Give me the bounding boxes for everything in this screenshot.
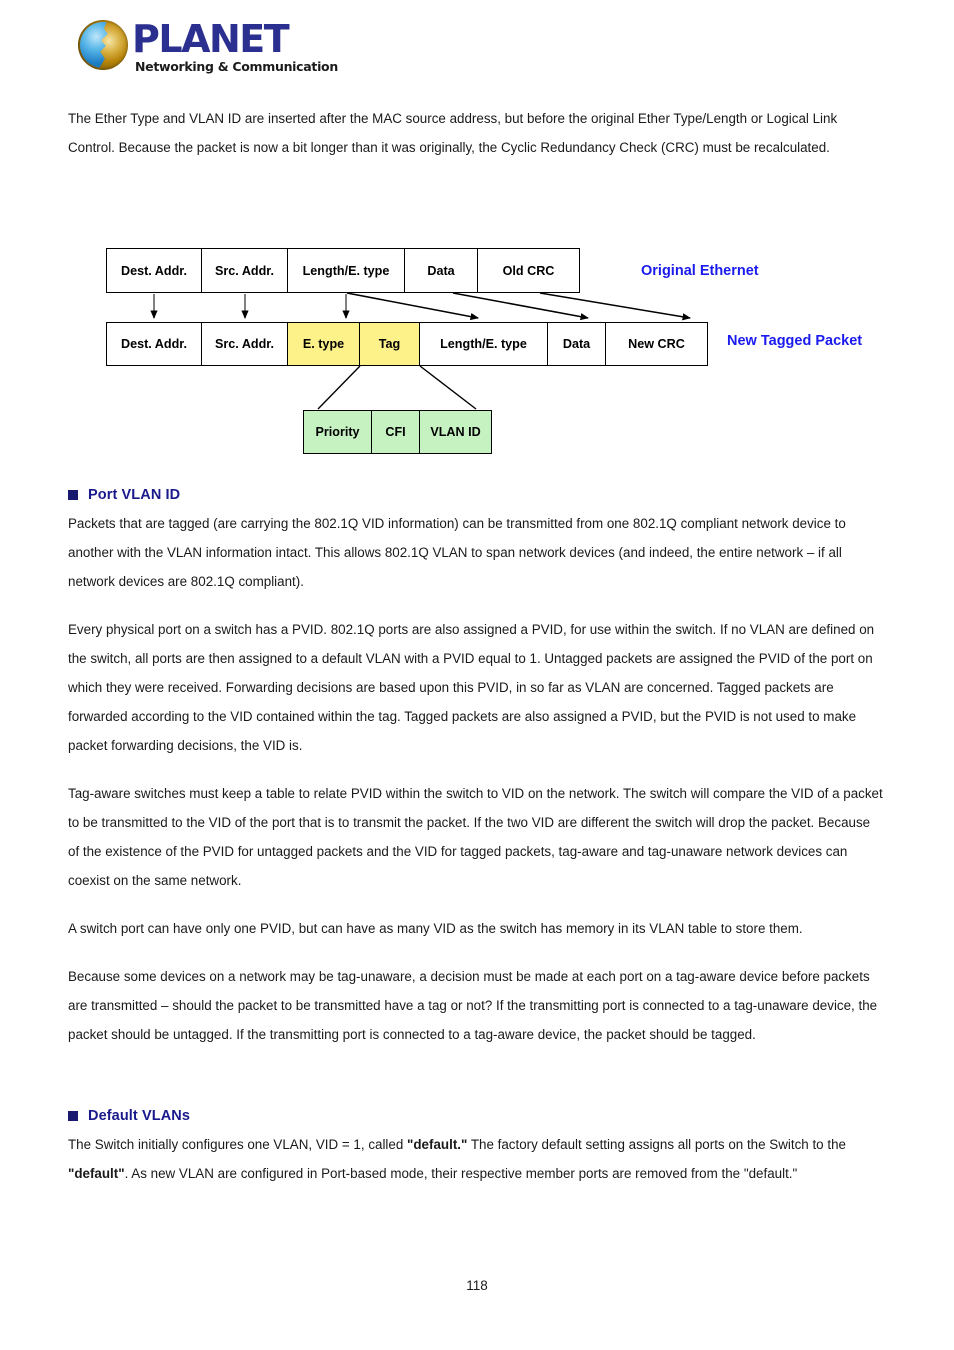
original-cell-old-crc: Old CRC (478, 248, 580, 293)
original-cell-length-etype: Length/E. type (288, 248, 405, 293)
tag-detail-cell-vlan-id: VLAN ID (420, 410, 492, 454)
tagged-cell-src-addr: Src. Addr. (202, 322, 288, 366)
paragraph-port-vlan-1: Packets that are tagged (are carrying th… (68, 516, 846, 589)
tagged-cell-dest-addr: Dest. Addr. (106, 322, 202, 366)
vlan-tag-diagram: Dest. Addr. Src. Addr. Length/E. type Da… (0, 238, 954, 473)
original-cell-data: Data (405, 248, 478, 293)
default-vlans-text-part1: The Switch initially configures one VLAN… (68, 1137, 408, 1152)
brand-wordmark: PLANET (132, 17, 290, 61)
page-number: 118 (466, 1278, 488, 1293)
paragraph-port-vlan-2: Every physical port on a switch has a PV… (68, 622, 875, 753)
original-cell-dest-addr: Dest. Addr. (106, 248, 202, 293)
tagged-cell-data: Data (548, 322, 606, 366)
planet-globe-logo-icon (78, 20, 128, 70)
default-vlans-bold2: "default" (68, 1166, 125, 1181)
tag-detail-cell-priority: Priority (303, 410, 372, 454)
planet-logo: PLANET Networking & Communication (78, 18, 378, 80)
paragraph-default-vlans: The Switch initially configures one VLAN… (68, 1130, 884, 1188)
heading-port-vlan-id-label: Port VLAN ID (88, 487, 181, 503)
tagged-cell-length-etype: Length/E. type (420, 322, 548, 366)
paragraph-port-vlan-4: A switch port can have only one PVID, bu… (68, 921, 803, 936)
tagged-cell-new-crc: New CRC (606, 322, 708, 366)
section-port-vlan-id: Port VLAN ID Packets that are tagged (ar… (68, 487, 884, 1068)
section-default-vlans: Default VLANs The Switch initially confi… (68, 1108, 884, 1188)
tagged-cell-etype: E. type (288, 322, 360, 366)
heading-port-vlan-id: Port VLAN ID (68, 487, 884, 503)
new-tagged-packet-label: New Tagged Packet (727, 333, 863, 349)
intro-paragraph: The Ether Type and VLAN ID are inserted … (68, 111, 838, 155)
default-vlans-text-part2: The factory default setting assigns all … (467, 1137, 846, 1152)
square-bullet-icon (68, 1111, 78, 1121)
default-vlans-bold1: "default." (407, 1137, 468, 1152)
default-vlans-text-part3: . As new VLAN are configured in Port-bas… (124, 1166, 798, 1181)
tag-detail-cell-cfi: CFI (372, 410, 420, 454)
heading-default-vlans: Default VLANs (68, 1108, 884, 1124)
original-ethernet-label: Original Ethernet (641, 263, 759, 279)
paragraph-port-vlan-3: Tag-aware switches must keep a table to … (68, 786, 883, 888)
square-bullet-icon (68, 490, 78, 500)
intro-block: The Ether Type and VLAN ID are inserted … (68, 104, 884, 181)
tagged-cell-tag: Tag (360, 322, 420, 366)
heading-default-vlans-label: Default VLANs (88, 1108, 191, 1124)
brand-tagline: Networking & Communication (135, 59, 338, 74)
original-cell-src-addr: Src. Addr. (202, 248, 288, 293)
paragraph-port-vlan-5: Because some devices on a network may be… (68, 969, 878, 1042)
